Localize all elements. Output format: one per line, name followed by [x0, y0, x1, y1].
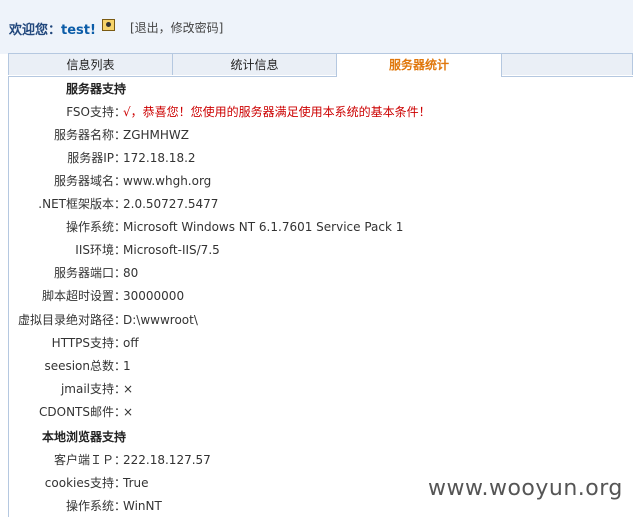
section-header-server: 服务器支持: [9, 79, 633, 99]
server-info-panel: 服务器支持 FSO支持： √，恭喜您！您使用的服务器满足使用本系统的基本条件！ …: [8, 76, 633, 517]
top-bar: 欢迎您：test! [退出，修改密码]: [0, 0, 633, 54]
row-label: 客户端ＩＰ：: [53, 453, 126, 467]
row-label: cookies支持：: [44, 476, 126, 490]
info-row: seesion总数： 1: [9, 356, 633, 376]
row-label: FSO支持：: [66, 105, 126, 119]
logout-change-password-link[interactable]: [退出，修改密码]: [130, 21, 223, 35]
info-row: jmail支持： ×: [9, 379, 633, 399]
info-row: 客户端ＩＰ： 222.18.127.57: [9, 450, 633, 470]
row-value: ×: [123, 382, 134, 396]
info-row: 虚拟目录绝对路径： D:\wwwroot\: [9, 310, 633, 330]
row-label: IIS环境：: [75, 243, 126, 257]
row-label: 虚拟目录绝对路径：: [17, 313, 126, 327]
row-value: Microsoft Windows NT 6.1.7601 Service Pa…: [123, 220, 404, 234]
row-value: www.whgh.org: [123, 174, 212, 188]
info-row: .NET框架版本： 2.0.50727.5477: [9, 194, 633, 214]
row-label: 操作系统：: [65, 220, 126, 234]
info-row: 操作系统： Microsoft Windows NT 6.1.7601 Serv…: [9, 217, 633, 237]
row-label: 操作系统：: [65, 499, 126, 513]
tab-info-list[interactable]: 信息列表: [8, 53, 173, 75]
row-label: jmail支持：: [60, 382, 126, 396]
tab-bar: 信息列表 统计信息 服务器统计: [8, 53, 633, 77]
row-label: seesion总数：: [44, 359, 126, 373]
info-row: 服务器端口： 80: [9, 263, 633, 283]
welcome-prefix: 欢迎您：: [9, 23, 62, 38]
tab-server-stats[interactable]: 服务器统计: [336, 53, 502, 77]
info-row: CDONTS邮件： ×: [9, 402, 633, 422]
username: test!: [61, 23, 96, 38]
info-row: 脚本超时设置： 30000000: [9, 286, 633, 306]
tab-statistics[interactable]: 统计信息: [172, 53, 337, 75]
row-value: 30000000: [123, 289, 185, 303]
row-value: D:\wwwroot\: [123, 313, 198, 327]
row-label: HTTPS支持：: [51, 336, 126, 350]
watermark: www.wooyun.org: [428, 476, 623, 501]
row-label: 服务器名称：: [53, 128, 126, 142]
section-title: 服务器支持: [65, 82, 126, 96]
row-value: 2.0.50727.5477: [123, 197, 219, 211]
info-row: FSO支持： √，恭喜您！您使用的服务器满足使用本系统的基本条件！: [9, 102, 633, 122]
row-label: .NET框架版本：: [38, 197, 126, 211]
row-value: 80: [123, 266, 139, 280]
row-value: 172.18.18.2: [123, 151, 196, 165]
row-value: 1: [123, 359, 131, 373]
info-row: 服务器域名： www.whgh.org: [9, 171, 633, 191]
row-value: √，恭喜您！您使用的服务器满足使用本系统的基本条件！: [123, 105, 431, 119]
row-label: CDONTS邮件：: [39, 405, 126, 419]
user-icon: [102, 19, 115, 31]
row-value: ×: [123, 405, 134, 419]
info-row: 服务器IP： 172.18.18.2: [9, 148, 633, 168]
section-title: 本地浏览器支持: [41, 430, 126, 444]
row-value: WinNT: [123, 499, 162, 513]
row-label: 脚本超时设置：: [41, 289, 126, 303]
row-label: 服务器域名：: [53, 174, 126, 188]
row-label: 服务器IP：: [67, 151, 126, 165]
row-value: ZGHMHWZ: [123, 128, 190, 142]
row-value: 222.18.127.57: [123, 453, 211, 467]
section-header-client: 本地浏览器支持: [9, 427, 633, 447]
row-label: 服务器端口：: [53, 266, 126, 280]
account-links[interactable]: [退出，修改密码]: [130, 19, 223, 36]
info-row: HTTPS支持： off: [9, 333, 633, 353]
info-row: IIS环境： Microsoft-IIS/7.5: [9, 240, 633, 260]
tab-empty: [501, 53, 633, 75]
welcome-text: 欢迎您：test!: [9, 19, 96, 38]
info-row: 服务器名称： ZGHMHWZ: [9, 125, 633, 145]
row-value: off: [123, 336, 139, 350]
row-value: True: [123, 476, 149, 490]
row-value: Microsoft-IIS/7.5: [123, 243, 220, 257]
